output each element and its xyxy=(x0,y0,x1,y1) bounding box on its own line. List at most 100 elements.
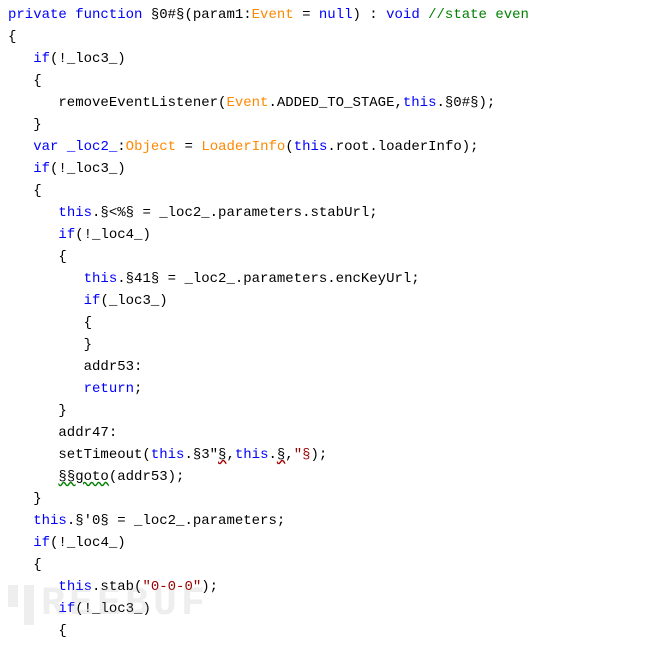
code-token: this xyxy=(58,205,92,221)
code-token: .§0#§); xyxy=(436,95,495,111)
code-token xyxy=(420,7,428,23)
code-token: Event xyxy=(252,7,294,23)
code-token: } xyxy=(8,403,67,419)
code-token: { xyxy=(8,29,16,45)
code-token: . xyxy=(268,447,276,463)
code-token xyxy=(8,469,58,485)
code-token: { xyxy=(8,249,67,265)
code-token: .ADDED_TO_STAGE, xyxy=(268,95,402,111)
code-token: = xyxy=(176,139,201,155)
code-line: { xyxy=(0,70,647,92)
code-token: //state even xyxy=(428,7,529,23)
code-token: } xyxy=(8,491,42,507)
code-line: removeEventListener(Event.ADDED_TO_STAGE… xyxy=(0,92,647,114)
code-token: } xyxy=(8,337,92,353)
code-token: ( xyxy=(285,139,293,155)
code-token: if xyxy=(84,293,101,309)
code-token: this xyxy=(235,447,269,463)
code-line: addr53: xyxy=(0,356,647,378)
code-token: removeEventListener( xyxy=(8,95,226,111)
code-token: (!_loc4_) xyxy=(75,227,151,243)
code-token: "§ xyxy=(294,447,311,463)
code-line: } xyxy=(0,488,647,510)
watermark-bars-icon xyxy=(8,585,34,625)
code-line: this.§41§ = _loc2_.parameters.encKeyUrl; xyxy=(0,268,647,290)
code-token: this xyxy=(151,447,185,463)
code-token: { xyxy=(8,73,42,89)
code-line: setTimeout(this.§3"§,this.§,"§); xyxy=(0,444,647,466)
code-token: LoaderInfo xyxy=(201,139,285,155)
code-token: setTimeout( xyxy=(8,447,151,463)
code-line: if(_loc3_) xyxy=(0,290,647,312)
code-token xyxy=(8,227,58,243)
code-line: { xyxy=(0,554,647,576)
code-block: private function §0#§(param1:Event = nul… xyxy=(0,4,647,642)
code-token: private xyxy=(8,7,67,23)
code-line: { xyxy=(0,312,647,334)
code-line: this.§<%§ = _loc2_.parameters.stabUrl; xyxy=(0,202,647,224)
code-line: } xyxy=(0,334,647,356)
code-token: (!_loc3_) xyxy=(50,51,126,67)
code-line: if(!_loc4_) xyxy=(0,224,647,246)
code-line: if(!_loc3_) xyxy=(0,48,647,70)
code-line: var _loc2_:Object = LoaderInfo(this.root… xyxy=(0,136,647,158)
code-line: this.§'0§ = _loc2_.parameters; xyxy=(0,510,647,532)
code-token: = xyxy=(294,7,319,23)
code-token: , xyxy=(226,447,234,463)
code-token: this xyxy=(84,271,118,287)
code-line: { xyxy=(0,180,647,202)
code-token: if xyxy=(33,535,50,551)
code-token: , xyxy=(285,447,293,463)
code-token: ; xyxy=(134,381,142,397)
code-token xyxy=(8,161,33,177)
code-line: return; xyxy=(0,378,647,400)
code-token: if xyxy=(58,227,75,243)
code-token: (!_loc4_) xyxy=(50,535,126,551)
code-token xyxy=(8,139,33,155)
code-line: { xyxy=(0,26,647,48)
code-token: { xyxy=(8,557,42,573)
code-line: private function §0#§(param1:Event = nul… xyxy=(0,4,647,26)
code-token: var xyxy=(33,139,58,155)
code-token: { xyxy=(8,183,42,199)
watermark-text: REEBUF xyxy=(41,594,209,616)
code-token: return xyxy=(84,381,134,397)
code-token: .§<%§ = _loc2_.parameters.stabUrl; xyxy=(92,205,378,221)
code-token: : xyxy=(117,139,125,155)
code-token xyxy=(8,205,58,221)
code-token xyxy=(8,535,33,551)
code-token xyxy=(8,51,33,67)
code-token: .§41§ = _loc2_.parameters.encKeyUrl; xyxy=(117,271,419,287)
code-token xyxy=(8,513,33,529)
code-token: null xyxy=(319,7,353,23)
code-token: if xyxy=(33,51,50,67)
code-token: §0#§(param1: xyxy=(142,7,251,23)
code-line: } xyxy=(0,114,647,136)
code-token: void xyxy=(386,7,420,23)
code-token: addr47: xyxy=(8,425,117,441)
code-token xyxy=(8,293,84,309)
code-token xyxy=(67,7,75,23)
code-line: { xyxy=(0,246,647,268)
code-token: .§'0§ = _loc2_.parameters; xyxy=(67,513,285,529)
code-token: (_loc3_) xyxy=(100,293,167,309)
code-token: .§3" xyxy=(184,447,218,463)
code-token: (!_loc3_) xyxy=(50,161,126,177)
code-line: if(!_loc3_) xyxy=(0,158,647,180)
code-token: addr53: xyxy=(8,359,142,375)
code-line: §§goto(addr53); xyxy=(0,466,647,488)
code-line: } xyxy=(0,400,647,422)
code-token: Event xyxy=(226,95,268,111)
code-token: (addr53); xyxy=(109,469,185,485)
code-token xyxy=(8,271,84,287)
code-token: Object xyxy=(126,139,176,155)
code-line: if(!_loc4_) xyxy=(0,532,647,554)
code-token: ) : xyxy=(353,7,387,23)
code-token: this xyxy=(33,513,67,529)
code-token: this xyxy=(294,139,328,155)
code-token: } xyxy=(8,117,42,133)
code-token: this xyxy=(403,95,437,111)
code-token xyxy=(8,381,84,397)
code-token xyxy=(58,139,66,155)
code-token: function xyxy=(75,7,142,23)
